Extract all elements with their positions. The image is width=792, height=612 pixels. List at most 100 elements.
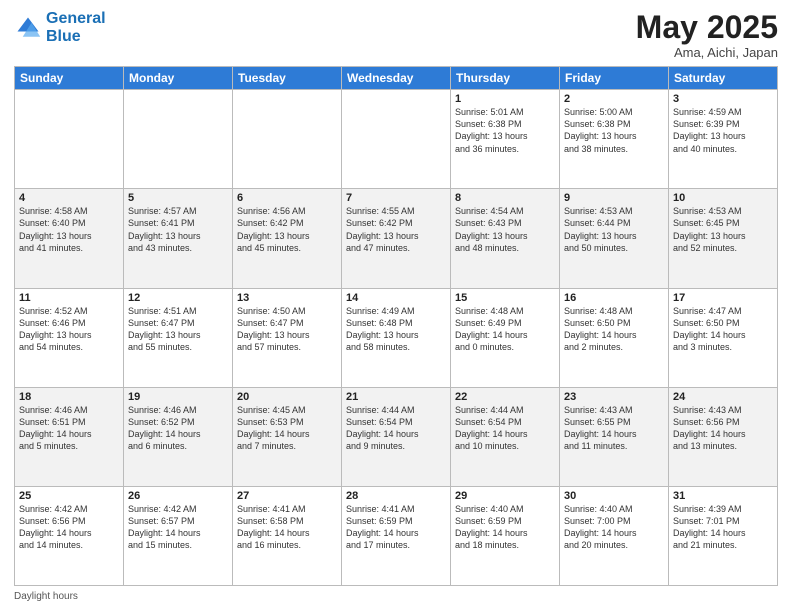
calendar-cell: 10Sunrise: 4:53 AM Sunset: 6:45 PM Dayli… — [669, 189, 778, 288]
day-info: Sunrise: 4:44 AM Sunset: 6:54 PM Dayligh… — [346, 404, 446, 453]
day-info: Sunrise: 4:40 AM Sunset: 7:00 PM Dayligh… — [564, 503, 664, 552]
week-row-3: 11Sunrise: 4:52 AM Sunset: 6:46 PM Dayli… — [15, 288, 778, 387]
day-info: Sunrise: 4:54 AM Sunset: 6:43 PM Dayligh… — [455, 205, 555, 254]
day-info: Sunrise: 5:01 AM Sunset: 6:38 PM Dayligh… — [455, 106, 555, 155]
day-info: Sunrise: 4:43 AM Sunset: 6:55 PM Dayligh… — [564, 404, 664, 453]
day-number: 3 — [673, 93, 773, 105]
day-number: 28 — [346, 490, 446, 502]
day-info: Sunrise: 4:53 AM Sunset: 6:45 PM Dayligh… — [673, 205, 773, 254]
day-number: 20 — [237, 391, 337, 403]
day-info: Sunrise: 4:52 AM Sunset: 6:46 PM Dayligh… — [19, 305, 119, 354]
main-title: May 2025 — [636, 10, 778, 45]
day-number: 5 — [128, 192, 228, 204]
calendar-cell: 1Sunrise: 5:01 AM Sunset: 6:38 PM Daylig… — [451, 90, 560, 189]
day-number: 17 — [673, 292, 773, 304]
day-number: 16 — [564, 292, 664, 304]
logo-icon — [14, 14, 42, 42]
day-number: 22 — [455, 391, 555, 403]
day-number: 31 — [673, 490, 773, 502]
day-number: 4 — [19, 192, 119, 204]
day-number: 1 — [455, 93, 555, 105]
calendar-cell: 22Sunrise: 4:44 AM Sunset: 6:54 PM Dayli… — [451, 387, 560, 486]
day-number: 27 — [237, 490, 337, 502]
day-info: Sunrise: 4:41 AM Sunset: 6:58 PM Dayligh… — [237, 503, 337, 552]
day-number: 19 — [128, 391, 228, 403]
calendar-cell: 6Sunrise: 4:56 AM Sunset: 6:42 PM Daylig… — [233, 189, 342, 288]
day-number: 23 — [564, 391, 664, 403]
calendar-cell: 26Sunrise: 4:42 AM Sunset: 6:57 PM Dayli… — [124, 486, 233, 585]
calendar-cell: 20Sunrise: 4:45 AM Sunset: 6:53 PM Dayli… — [233, 387, 342, 486]
day-info: Sunrise: 4:44 AM Sunset: 6:54 PM Dayligh… — [455, 404, 555, 453]
calendar-cell: 4Sunrise: 4:58 AM Sunset: 6:40 PM Daylig… — [15, 189, 124, 288]
day-number: 15 — [455, 292, 555, 304]
calendar-cell — [124, 90, 233, 189]
calendar-cell: 31Sunrise: 4:39 AM Sunset: 7:01 PM Dayli… — [669, 486, 778, 585]
calendar-cell: 21Sunrise: 4:44 AM Sunset: 6:54 PM Dayli… — [342, 387, 451, 486]
day-info: Sunrise: 4:42 AM Sunset: 6:56 PM Dayligh… — [19, 503, 119, 552]
calendar-cell: 9Sunrise: 4:53 AM Sunset: 6:44 PM Daylig… — [560, 189, 669, 288]
calendar-cell: 7Sunrise: 4:55 AM Sunset: 6:42 PM Daylig… — [342, 189, 451, 288]
day-number: 8 — [455, 192, 555, 204]
calendar-cell: 13Sunrise: 4:50 AM Sunset: 6:47 PM Dayli… — [233, 288, 342, 387]
day-info: Sunrise: 4:42 AM Sunset: 6:57 PM Dayligh… — [128, 503, 228, 552]
logo-line1: General — [46, 10, 106, 28]
day-number: 7 — [346, 192, 446, 204]
day-number: 21 — [346, 391, 446, 403]
day-info: Sunrise: 4:46 AM Sunset: 6:51 PM Dayligh… — [19, 404, 119, 453]
calendar-cell — [15, 90, 124, 189]
day-info: Sunrise: 4:51 AM Sunset: 6:47 PM Dayligh… — [128, 305, 228, 354]
day-number: 24 — [673, 391, 773, 403]
calendar-cell: 17Sunrise: 4:47 AM Sunset: 6:50 PM Dayli… — [669, 288, 778, 387]
calendar-cell: 28Sunrise: 4:41 AM Sunset: 6:59 PM Dayli… — [342, 486, 451, 585]
header-row: SundayMondayTuesdayWednesdayThursdayFrid… — [15, 67, 778, 90]
day-number: 6 — [237, 192, 337, 204]
day-number: 2 — [564, 93, 664, 105]
day-info: Sunrise: 4:59 AM Sunset: 6:39 PM Dayligh… — [673, 106, 773, 155]
title-block: May 2025 Ama, Aichi, Japan — [636, 10, 778, 60]
logo-text: General Blue — [46, 10, 106, 45]
calendar-cell: 18Sunrise: 4:46 AM Sunset: 6:51 PM Dayli… — [15, 387, 124, 486]
calendar-cell: 8Sunrise: 4:54 AM Sunset: 6:43 PM Daylig… — [451, 189, 560, 288]
day-info: Sunrise: 4:41 AM Sunset: 6:59 PM Dayligh… — [346, 503, 446, 552]
calendar-cell: 11Sunrise: 4:52 AM Sunset: 6:46 PM Dayli… — [15, 288, 124, 387]
day-info: Sunrise: 4:58 AM Sunset: 6:40 PM Dayligh… — [19, 205, 119, 254]
calendar-cell: 2Sunrise: 5:00 AM Sunset: 6:38 PM Daylig… — [560, 90, 669, 189]
day-number: 18 — [19, 391, 119, 403]
day-info: Sunrise: 4:45 AM Sunset: 6:53 PM Dayligh… — [237, 404, 337, 453]
subtitle: Ama, Aichi, Japan — [636, 45, 778, 60]
day-header-monday: Monday — [124, 67, 233, 90]
day-number: 30 — [564, 490, 664, 502]
day-number: 11 — [19, 292, 119, 304]
day-number: 14 — [346, 292, 446, 304]
day-info: Sunrise: 5:00 AM Sunset: 6:38 PM Dayligh… — [564, 106, 664, 155]
logo-line2: Blue — [46, 28, 106, 46]
calendar-cell: 14Sunrise: 4:49 AM Sunset: 6:48 PM Dayli… — [342, 288, 451, 387]
day-info: Sunrise: 4:49 AM Sunset: 6:48 PM Dayligh… — [346, 305, 446, 354]
calendar-cell: 15Sunrise: 4:48 AM Sunset: 6:49 PM Dayli… — [451, 288, 560, 387]
calendar-cell: 30Sunrise: 4:40 AM Sunset: 7:00 PM Dayli… — [560, 486, 669, 585]
header: General Blue May 2025 Ama, Aichi, Japan — [14, 10, 778, 60]
calendar-cell: 3Sunrise: 4:59 AM Sunset: 6:39 PM Daylig… — [669, 90, 778, 189]
day-info: Sunrise: 4:55 AM Sunset: 6:42 PM Dayligh… — [346, 205, 446, 254]
calendar-cell: 5Sunrise: 4:57 AM Sunset: 6:41 PM Daylig… — [124, 189, 233, 288]
calendar-cell: 24Sunrise: 4:43 AM Sunset: 6:56 PM Dayli… — [669, 387, 778, 486]
day-info: Sunrise: 4:47 AM Sunset: 6:50 PM Dayligh… — [673, 305, 773, 354]
day-number: 29 — [455, 490, 555, 502]
day-info: Sunrise: 4:48 AM Sunset: 6:49 PM Dayligh… — [455, 305, 555, 354]
day-info: Sunrise: 4:39 AM Sunset: 7:01 PM Dayligh… — [673, 503, 773, 552]
day-header-thursday: Thursday — [451, 67, 560, 90]
footer: Daylight hours — [14, 591, 778, 602]
calendar: SundayMondayTuesdayWednesdayThursdayFrid… — [14, 66, 778, 586]
day-number: 13 — [237, 292, 337, 304]
day-info: Sunrise: 4:46 AM Sunset: 6:52 PM Dayligh… — [128, 404, 228, 453]
day-info: Sunrise: 4:48 AM Sunset: 6:50 PM Dayligh… — [564, 305, 664, 354]
day-header-saturday: Saturday — [669, 67, 778, 90]
calendar-body: 1Sunrise: 5:01 AM Sunset: 6:38 PM Daylig… — [15, 90, 778, 586]
daylight-label: Daylight hours — [14, 591, 78, 602]
calendar-cell: 29Sunrise: 4:40 AM Sunset: 6:59 PM Dayli… — [451, 486, 560, 585]
day-info: Sunrise: 4:53 AM Sunset: 6:44 PM Dayligh… — [564, 205, 664, 254]
day-header-tuesday: Tuesday — [233, 67, 342, 90]
day-header-friday: Friday — [560, 67, 669, 90]
logo: General Blue — [14, 10, 106, 45]
day-number: 25 — [19, 490, 119, 502]
